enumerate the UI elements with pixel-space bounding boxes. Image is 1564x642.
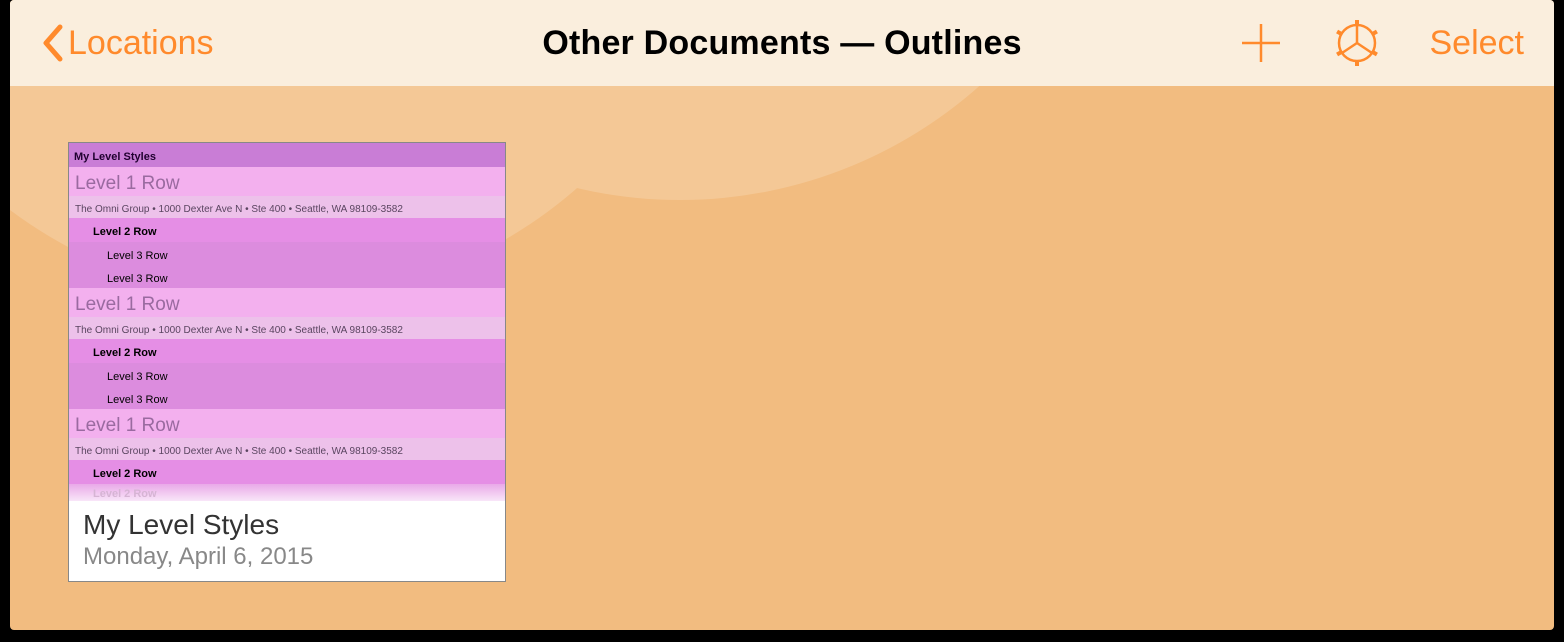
preview-level2-row: Level 2 Row — [69, 218, 505, 242]
add-button[interactable] — [1238, 20, 1284, 66]
preview-level2-row: Level 2 Row — [69, 460, 505, 484]
preview-level1-row: Level 1 Row — [69, 288, 505, 317]
preview-level1-row: Level 1 Row — [69, 167, 505, 196]
preview-level1-row: Level 1 Row — [69, 409, 505, 438]
preview-level2-row: Level 2 Row — [69, 339, 505, 363]
preview-level3-row: Level 3 Row — [69, 265, 505, 288]
preview-level3-row: Level 3 Row — [69, 363, 505, 386]
preview-note-row: The Omni Group • 1000 Dexter Ave N • Ste… — [69, 196, 505, 218]
chevron-left-icon — [40, 23, 66, 63]
settings-button[interactable] — [1334, 20, 1380, 66]
document-date: Monday, April 6, 2015 — [83, 543, 491, 571]
document-title: My Level Styles — [83, 509, 491, 541]
toolbar: Locations Other Documents — Outlines — [10, 0, 1554, 86]
document-label: My Level Styles Monday, April 6, 2015 — [69, 501, 505, 581]
preview-note-row: The Omni Group • 1000 Dexter Ave N • Ste… — [69, 317, 505, 339]
preview-level3-row: Level 3 Row — [69, 386, 505, 409]
plus-icon — [1238, 20, 1284, 66]
back-button[interactable]: Locations — [40, 23, 214, 63]
preview-level3-row: Level 3 Row — [69, 242, 505, 265]
select-button[interactable]: Select — [1430, 24, 1525, 63]
gear-icon — [1334, 20, 1380, 66]
back-label: Locations — [68, 24, 214, 63]
document-thumbnail[interactable]: My Level Styles Level 1 Row The Omni Gro… — [68, 142, 506, 582]
preview-note-row: The Omni Group • 1000 Dexter Ave N • Ste… — [69, 438, 505, 460]
preview-heading: My Level Styles — [69, 143, 505, 167]
